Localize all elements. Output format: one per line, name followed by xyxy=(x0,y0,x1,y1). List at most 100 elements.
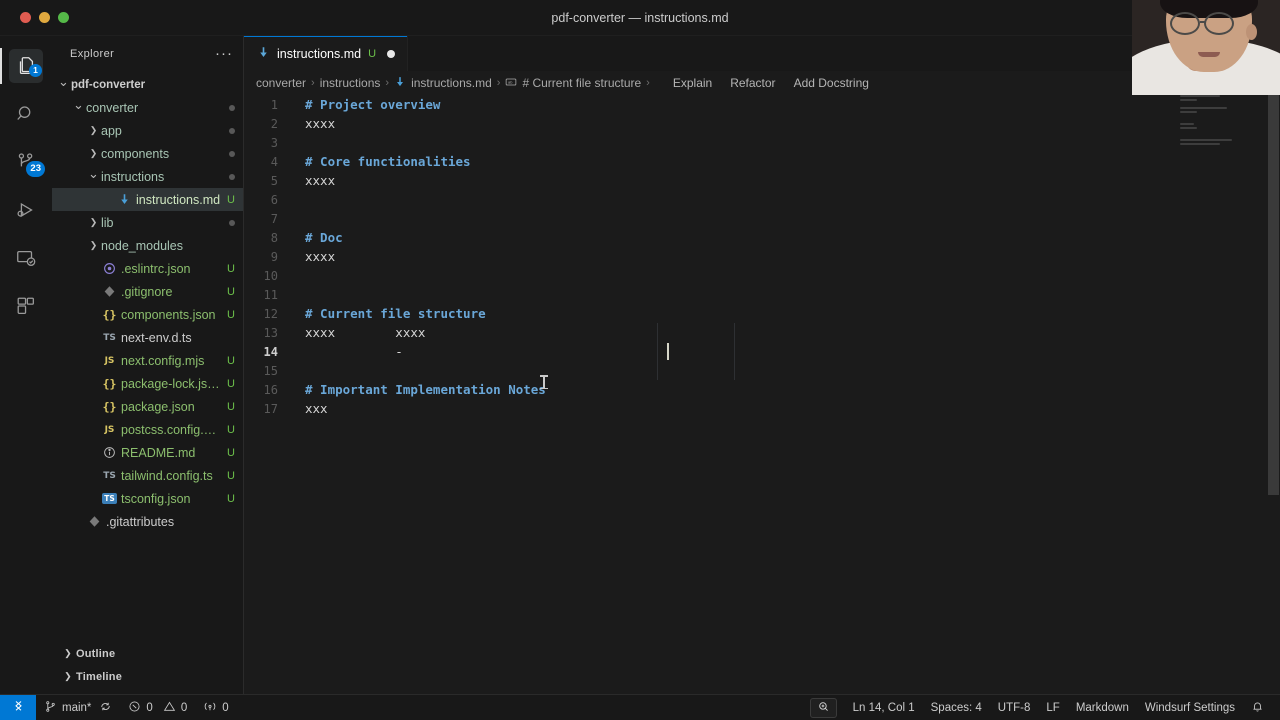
chevron-down-icon[interactable]: ⌄ xyxy=(56,74,71,90)
status-notifications[interactable] xyxy=(1243,695,1272,720)
chevron-down-icon[interactable]: ⌄ xyxy=(86,166,101,182)
activitybar-item-run-and-debug[interactable] xyxy=(0,186,52,234)
code-line-1[interactable]: 1 # Project overview xyxy=(244,95,1280,114)
code-line-7[interactable]: 7 xyxy=(244,209,1280,228)
chevron-right-icon[interactable]: ❯ xyxy=(86,240,101,251)
tree-item-components[interactable]: ❯ components xyxy=(52,142,243,165)
activitybar-item-remote-explorer[interactable] xyxy=(0,234,52,282)
close-window-button[interactable] xyxy=(20,12,31,23)
search-icon xyxy=(9,97,43,131)
zoom-window-button[interactable] xyxy=(58,12,69,23)
editor-tab-dirty-indicator[interactable] xyxy=(387,49,396,58)
git-status-badge: U xyxy=(227,354,235,367)
editor-vertical-scrollbar[interactable] xyxy=(1266,95,1280,694)
tree-item-components-json[interactable]: {} components.json U xyxy=(52,303,243,326)
minimap[interactable] xyxy=(1180,95,1266,694)
code-line-3[interactable]: 3 xyxy=(244,133,1280,152)
sync-icon[interactable] xyxy=(99,700,112,716)
sidebar-section-outline-label: Outline xyxy=(76,647,116,660)
codelens-refactor[interactable]: Refactor xyxy=(730,76,775,90)
breadcrumb-item-3[interactable]: ab # Current file structure xyxy=(505,76,641,91)
git-status-badge: U xyxy=(227,400,235,413)
chevron-right-icon: ❯ xyxy=(64,671,72,681)
status-ports[interactable]: 0 xyxy=(195,695,236,720)
tree-item-instructions[interactable]: ⌄ instructions xyxy=(52,165,243,188)
activitybar-item-extensions[interactable] xyxy=(0,282,52,330)
source-control-branch-icon xyxy=(44,700,57,716)
tree-item-lib[interactable]: ❯ lib xyxy=(52,211,243,234)
sidebar-section-timeline[interactable]: ❯ Timeline xyxy=(52,665,243,688)
code-line-2[interactable]: 2 xxxx xyxy=(244,114,1280,133)
tree-item-gitignore[interactable]: .gitignore U xyxy=(52,280,243,303)
tree-item-converter[interactable]: ⌄ converter xyxy=(52,96,243,119)
code-line-17[interactable]: 17 xxx xyxy=(244,399,1280,418)
chevron-down-icon[interactable]: ⌄ xyxy=(71,97,86,113)
tree-item-app[interactable]: ❯ app xyxy=(52,119,243,142)
code-text: # Important Implementation Notes xyxy=(305,382,546,397)
scrollbar-thumb[interactable] xyxy=(1268,95,1279,495)
codelens-explain[interactable]: Explain xyxy=(673,76,712,90)
traffic-lights xyxy=(0,12,69,23)
activitybar-item-explorer[interactable]: 1 xyxy=(0,42,52,90)
editor-tab-instructions-md[interactable]: instructions.md U xyxy=(244,36,409,71)
status-windsurf-settings[interactable]: Windsurf Settings xyxy=(1137,695,1243,720)
codelens-add-docstring[interactable]: Add Docstring xyxy=(794,76,869,90)
code-line-4[interactable]: 4 # Core functionalities xyxy=(244,152,1280,171)
tree-item-gitattributes[interactable]: .gitattributes xyxy=(52,510,243,533)
editor-content[interactable]: 1 # Project overview 2 xxxx 3 4 # Core functio… xyxy=(244,95,1280,694)
code-line-5[interactable]: 5 xxxx xyxy=(244,171,1280,190)
chevron-right-icon[interactable]: ❯ xyxy=(86,125,101,136)
code-line-6[interactable]: 6 xyxy=(244,190,1280,209)
code-line-15[interactable]: 15 xyxy=(244,361,1280,380)
line-number: 2 xyxy=(270,116,278,131)
code-line-11[interactable]: 11 xyxy=(244,285,1280,304)
activitybar-item-search[interactable] xyxy=(0,90,52,138)
tree-item-postcss-config[interactable]: JS postcss.config.… U xyxy=(52,418,243,441)
tree-item-instructions-md[interactable]: instructions.md U xyxy=(52,188,243,211)
tree-item-next-config-mjs[interactable]: JS next.config.mjs U xyxy=(52,349,243,372)
code-line-13[interactable]: 13 xxxx xxxx xyxy=(244,323,1280,342)
chevron-right-icon: ❯ xyxy=(64,648,72,658)
code-line-14[interactable]: 14 - xyxy=(244,342,1280,361)
breadcrumb-item-1[interactable]: instructions xyxy=(320,76,381,90)
json-file-icon: {} xyxy=(102,307,117,322)
code-line-9[interactable]: 9 xxxx xyxy=(244,247,1280,266)
tree-item-label: converter xyxy=(86,100,139,115)
status-indentation[interactable]: Spaces: 4 xyxy=(923,695,990,720)
code-line-12[interactable]: 12 # Current file structure xyxy=(244,304,1280,323)
code-line-10[interactable]: 10 xyxy=(244,266,1280,285)
breadcrumb-item-2[interactable]: instructions.md xyxy=(394,76,492,91)
breadcrumb-item-0[interactable]: converter xyxy=(256,76,306,90)
status-eol[interactable]: LF xyxy=(1038,695,1067,720)
minimize-window-button[interactable] xyxy=(39,12,50,23)
code-line-8[interactable]: 8 # Doc xyxy=(244,228,1280,247)
status-cursor-position[interactable]: Ln 14, Col 1 xyxy=(845,695,923,720)
chevron-right-icon[interactable]: ❯ xyxy=(86,148,101,159)
code-line-16[interactable]: 16 # Important Implementation Notes xyxy=(244,380,1280,399)
status-encoding[interactable]: UTF-8 xyxy=(990,695,1039,720)
folder-change-dot xyxy=(229,127,235,134)
tree-item-package-json[interactable]: {} package.json U xyxy=(52,395,243,418)
tree-item-label: lib xyxy=(101,215,114,230)
code-text: xxx xyxy=(305,401,328,416)
status-branch[interactable]: main* xyxy=(36,695,120,720)
sidebar-more-actions-icon[interactable]: ··· xyxy=(215,46,233,61)
status-zoom-button[interactable] xyxy=(809,697,837,718)
status-language-mode[interactable]: Markdown xyxy=(1068,695,1137,720)
code-lines[interactable]: 1 # Project overview 2 xxxx 3 4 # Core functio… xyxy=(244,95,1280,694)
ports-broadcast-icon xyxy=(203,700,217,716)
sidebar-section-outline[interactable]: ❯ Outline xyxy=(52,642,243,665)
tree-item-next-env-d-ts[interactable]: TS next-env.d.ts xyxy=(52,326,243,349)
tree-item-pdf-converter[interactable]: ⌄ pdf-converter xyxy=(52,73,243,96)
activitybar-item-source-control[interactable]: 23 xyxy=(0,138,52,186)
tree-item-label: components.json xyxy=(121,307,216,322)
tree-item-node-modules[interactable]: ❯ node_modules xyxy=(52,234,243,257)
tree-item-readme-md[interactable]: README.md U xyxy=(52,441,243,464)
tree-item-eslintrc-json[interactable]: .eslintrc.json U xyxy=(52,257,243,280)
status-remote-window-button[interactable] xyxy=(0,694,36,720)
status-problems[interactable]: 0 0 xyxy=(120,695,195,720)
tree-item-tsconfig-json[interactable]: TS tsconfig.json U xyxy=(52,487,243,510)
chevron-right-icon[interactable]: ❯ xyxy=(86,217,101,228)
tree-item-package-lock-js[interactable]: {} package-lock.js… U xyxy=(52,372,243,395)
tree-item-tailwind-config-ts[interactable]: TS tailwind.config.ts U xyxy=(52,464,243,487)
